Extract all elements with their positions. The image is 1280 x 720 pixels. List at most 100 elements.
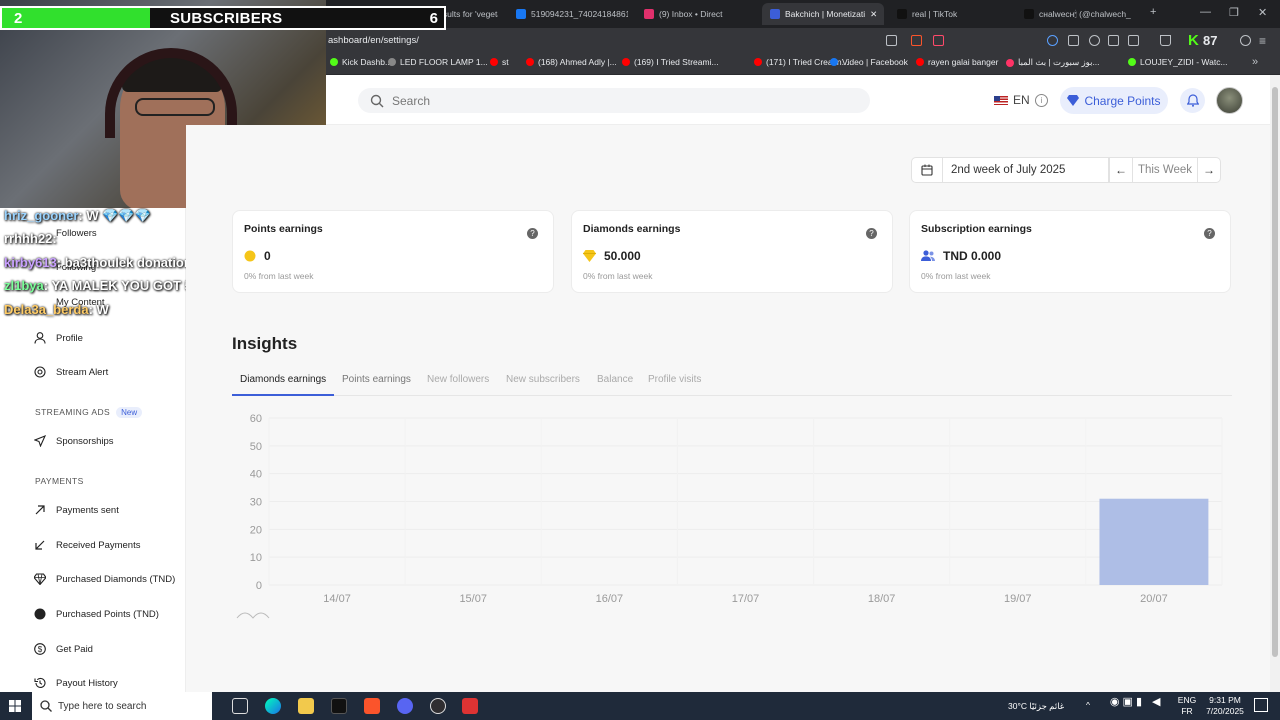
search-input[interactable]: Search — [358, 88, 870, 113]
sidebar-item[interactable]: $ Get Paid — [34, 643, 93, 655]
input-language[interactable]: ENG FR — [1176, 695, 1198, 717]
sidebar-item[interactable]: Profile — [34, 332, 83, 344]
new-tab-button[interactable]: + — [1150, 6, 1156, 18]
file-explorer-icon[interactable] — [298, 698, 314, 714]
download-icon[interactable] — [1160, 35, 1171, 46]
language-selector[interactable]: EN — [994, 93, 1030, 107]
help-icon[interactable]: ? — [527, 228, 538, 239]
help-icon[interactable]: ? — [866, 228, 877, 239]
extensions-puzzle-icon[interactable] — [1108, 35, 1119, 46]
tiktok-icon[interactable] — [331, 698, 347, 714]
share-icon[interactable] — [886, 35, 897, 46]
search-icon — [40, 700, 52, 712]
week-value[interactable]: 2nd week of July 2025 — [943, 157, 1109, 183]
help-icon[interactable]: ? — [1204, 228, 1215, 239]
insights-tab[interactable]: New subscribers — [506, 374, 580, 385]
close-window-button[interactable]: ✕ — [1258, 6, 1267, 19]
notifications-button[interactable] — [1180, 88, 1205, 113]
this-week-button[interactable]: This Week — [1133, 157, 1197, 183]
bookmark-item[interactable]: LOUJEY_ZIDI - Watc... — [1128, 57, 1228, 67]
brave-shield-icon[interactable] — [911, 35, 922, 46]
insights-tab[interactable]: New followers — [427, 374, 489, 385]
bookmark-item[interactable]: Kick Dashb... — [330, 57, 392, 67]
chart-bar[interactable] — [1099, 498, 1209, 585]
brave-rewards-icon[interactable] — [933, 35, 944, 46]
sidebar-item[interactable]: Followers — [56, 228, 97, 239]
page-scrollbar[interactable] — [1270, 75, 1280, 692]
sidebar-item-label: Profile — [56, 332, 83, 344]
scrollbar-thumb[interactable] — [1272, 87, 1278, 657]
sidebar-icon[interactable] — [1128, 35, 1139, 46]
subscriber-count: 2 — [14, 10, 23, 27]
sidebar-item[interactable]: Purchased Diamonds (TND) — [34, 573, 175, 585]
calendar-button[interactable] — [911, 157, 943, 183]
user-avatar[interactable] — [1216, 87, 1243, 114]
clock[interactable]: 9:31 PM 7/20/2025 — [1200, 695, 1250, 717]
bookmark-item[interactable]: (169) I Tried Streami... — [622, 57, 719, 67]
bookmark-item[interactable]: Video | Facebook — [830, 57, 908, 67]
chat-username: zl1bya — [4, 278, 44, 293]
diamonds-value: 50.000 — [604, 249, 641, 263]
sidebar-item[interactable]: Purchased Points (TND) — [34, 608, 159, 620]
leo-ai-icon[interactable] — [1240, 35, 1251, 46]
notification-center-icon[interactable] — [1254, 698, 1268, 712]
y-tick-label: 30 — [250, 497, 262, 509]
shield-icon[interactable] — [1089, 35, 1100, 46]
card-change: 0% from last week — [921, 271, 991, 281]
sidebar-item[interactable]: Received Payments — [34, 539, 140, 551]
x-tick-label: 18/07 — [868, 593, 896, 605]
bookmark-item[interactable]: (168) Ahmed Adly |... — [526, 57, 617, 67]
bookmark-item[interactable]: LED FLOOR LAMP 1... — [388, 57, 488, 67]
insights-tab[interactable]: Points earnings — [342, 374, 411, 385]
charge-points-button[interactable]: Charge Points — [1060, 87, 1168, 114]
more-bookmarks-icon[interactable]: » — [1252, 56, 1258, 68]
bookmark-label: بوز سبورت | بث المبا... — [1018, 57, 1100, 67]
insights-tab[interactable]: Balance — [597, 374, 633, 385]
bookmark-item[interactable]: rayen galai banger — [916, 57, 998, 67]
windows-start-icon[interactable] — [9, 700, 21, 712]
previous-week-button[interactable]: ← — [1109, 157, 1133, 183]
obs-icon[interactable] — [430, 698, 446, 714]
tab-label: (9) Inbox • Direct — [659, 9, 723, 19]
tab-close-icon[interactable]: ✕ — [870, 9, 877, 20]
subscriber-goal: 6 — [429, 10, 438, 27]
browser-tab[interactable]: real | TikTok — [889, 3, 1009, 25]
discord-icon[interactable] — [397, 698, 413, 714]
sidebar-item[interactable]: Payout History — [34, 677, 118, 689]
extension-icon[interactable] — [1047, 35, 1058, 46]
browser-tab[interactable]: cнalwecн🕯 (@chalwech_ — [1016, 3, 1141, 25]
y-tick-label: 50 — [250, 441, 262, 453]
info-icon[interactable]: i — [1035, 94, 1048, 107]
sidebar-item[interactable]: Stream Alert — [34, 366, 108, 378]
insights-tab[interactable]: Profile visits — [648, 374, 701, 385]
tray-icons[interactable]: ◉ ▣ ▮ — [1102, 697, 1150, 708]
bookmark-item[interactable]: بوز سبورت | بث المبا... — [1006, 57, 1100, 68]
x-tick-label: 16/07 — [596, 593, 624, 605]
task-view-icon[interactable] — [232, 698, 248, 714]
browser-tab[interactable]: (9) Inbox • Direct — [636, 3, 756, 25]
maximize-button[interactable]: ❐ — [1229, 6, 1239, 19]
section-heading-payments: PAYMENTS — [35, 476, 84, 486]
menu-icon[interactable]: ≡ — [1259, 34, 1266, 48]
browser-tab[interactable]: 519094231_74024184861 — [508, 3, 628, 25]
sidebar-item[interactable]: Sponsorships — [34, 435, 114, 447]
tray-chevron-icon[interactable]: ^ — [1086, 700, 1090, 711]
sidebar-item[interactable]: Payments sent — [34, 504, 119, 516]
users-icon — [921, 250, 935, 261]
insights-tab[interactable]: Diamonds earnings — [240, 374, 326, 385]
weather-widget[interactable]: 30°C غائم جزئيًا — [1008, 701, 1064, 712]
tab-label: cнalwecн🕯 (@chalwech_ — [1039, 8, 1131, 19]
bookmark-item[interactable]: st — [490, 57, 509, 67]
minimize-button[interactable]: — — [1200, 6, 1211, 18]
edge-icon[interactable] — [265, 698, 281, 714]
bookmark-favicon-icon — [388, 58, 396, 66]
brave-icon[interactable] — [364, 698, 380, 714]
active-tab-underline — [232, 394, 334, 396]
taskbar-search-input[interactable]: Type here to search — [32, 692, 212, 720]
volume-icon[interactable]: ◀ — [1152, 697, 1160, 708]
extension-icon[interactable] — [1068, 35, 1079, 46]
app-icon[interactable] — [462, 698, 478, 714]
bookmark-favicon-icon — [490, 58, 498, 66]
browser-tab[interactable]: Bakchich | Monetizati ✕ — [762, 3, 884, 25]
next-week-button[interactable]: → — [1197, 157, 1221, 183]
